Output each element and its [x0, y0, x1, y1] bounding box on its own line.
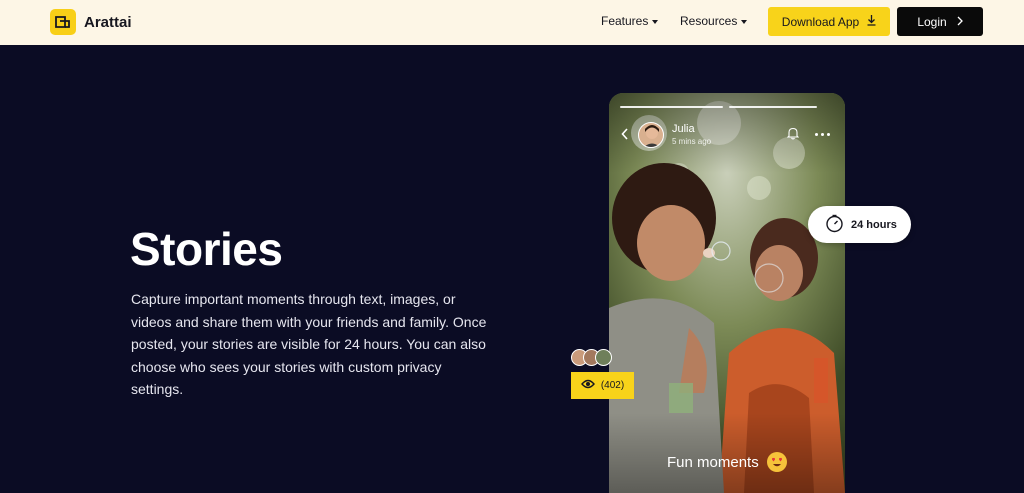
nav-features[interactable]: Features [601, 14, 659, 28]
nav-features-label: Features [601, 14, 649, 28]
section-title: Stories [130, 223, 283, 275]
back-arrow-icon[interactable] [621, 127, 629, 143]
story-caption-text: Fun moments [667, 453, 759, 471]
story-duration-badge: 24 hours [808, 206, 911, 243]
timer-icon [825, 214, 844, 236]
story-timestamp: 5 mins ago [672, 137, 712, 146]
story-photo [609, 93, 845, 493]
story-phone-mockup: Julia 5 mins ago Fun moments [609, 93, 845, 493]
bell-icon[interactable] [786, 127, 800, 145]
chevron-right-icon [957, 15, 963, 29]
story-user-name[interactable]: Julia [672, 123, 695, 135]
story-progress-bar-2 [729, 106, 817, 108]
more-options-icon[interactable] [815, 133, 830, 136]
view-count-badge: (402) [571, 372, 634, 399]
arattai-logo-icon [50, 9, 76, 35]
download-app-button[interactable]: Download App [768, 7, 890, 36]
eye-icon [580, 379, 595, 392]
nav-resources[interactable]: Resources [680, 14, 748, 28]
viewer-avatar [595, 349, 612, 366]
viewer-avatars [571, 349, 612, 366]
caret-down-icon [741, 19, 748, 24]
download-icon [867, 14, 876, 29]
view-count-text: (402) [600, 380, 625, 391]
story-caption: Fun moments [667, 452, 787, 472]
login-button[interactable]: Login [897, 7, 983, 36]
caret-down-icon [652, 19, 659, 24]
story-duration-text: 24 hours [851, 218, 897, 231]
brand-logo[interactable]: Arattai [50, 9, 132, 35]
story-progress-bar-1 [620, 106, 723, 108]
heart-eyes-emoji-icon [766, 452, 787, 472]
nav-resources-label: Resources [680, 14, 738, 28]
download-app-label: Download App [781, 14, 860, 29]
login-label: Login [917, 14, 947, 29]
brand-name: Arattai [84, 13, 132, 31]
section-description: Capture important moments through text, … [131, 291, 487, 397]
top-navbar: Arattai Features Resources Download App … [0, 0, 1024, 45]
story-user-avatar[interactable] [638, 122, 664, 148]
